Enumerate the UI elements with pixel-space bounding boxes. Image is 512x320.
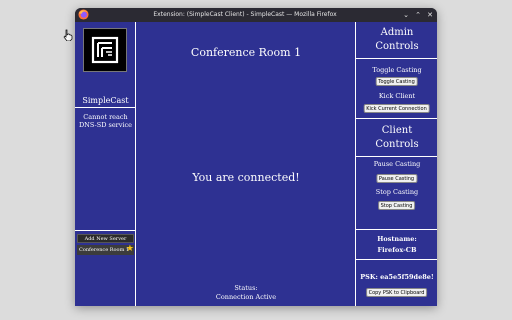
divider bbox=[356, 156, 437, 157]
pause-casting-label: Pause Casting bbox=[373, 160, 421, 168]
hostname-label: Hostname: bbox=[377, 235, 417, 243]
minimize-button[interactable]: ⌄ bbox=[401, 10, 411, 20]
status-label: Status: bbox=[234, 284, 258, 292]
stop-casting-label: Stop Casting bbox=[375, 188, 419, 196]
simplecast-app: SimpleCast Cannot reach DNS-SD service A… bbox=[75, 22, 437, 306]
divider bbox=[75, 107, 136, 108]
server-list: Add New Server Conference Room 1 ★ bbox=[77, 234, 135, 255]
maximize-button[interactable]: ⌃ bbox=[413, 10, 423, 20]
kick-client-label: Kick Client bbox=[378, 92, 416, 100]
copy-psk-button[interactable]: Copy PSK to Clipboard bbox=[365, 288, 428, 297]
psk-label: PSK: ea5e5f59de8e! bbox=[360, 273, 434, 281]
pause-casting-button[interactable]: Pause Casting bbox=[375, 174, 418, 183]
stop-casting-button[interactable]: Stop Casting bbox=[377, 201, 416, 210]
hostname-value: Firefox-CB bbox=[377, 246, 417, 254]
divider bbox=[356, 229, 437, 230]
server-item[interactable]: Conference Room 1 ★ bbox=[77, 244, 134, 255]
client-heading: Client Controls bbox=[375, 125, 419, 150]
firefox-icon bbox=[78, 9, 89, 20]
toggle-casting-label: Toggle Casting bbox=[372, 66, 422, 74]
discovery-status: Cannot reach DNS-SD service bbox=[78, 113, 133, 129]
close-button[interactable]: ✕ bbox=[425, 10, 435, 20]
divider bbox=[356, 118, 437, 119]
window-title: Extension: (SimpleCast Client) - SimpleC… bbox=[153, 11, 337, 18]
right-sidebar: Admin Controls Toggle Casting Toggle Cas… bbox=[355, 22, 437, 306]
connection-message: You are connected! bbox=[192, 171, 300, 184]
star-icon[interactable]: ★ bbox=[126, 244, 134, 255]
simplecast-logo-icon bbox=[83, 28, 127, 72]
divider bbox=[356, 259, 437, 260]
add-server-button[interactable]: Add New Server bbox=[77, 234, 134, 243]
app-name: SimpleCast bbox=[82, 96, 129, 105]
kick-connection-button[interactable]: Kick Current Connection bbox=[363, 104, 430, 113]
admin-heading: Admin Controls bbox=[375, 27, 419, 52]
divider bbox=[75, 230, 136, 231]
connection-status: Status: Connection Active bbox=[137, 284, 355, 302]
window-titlebar[interactable]: Extension: (SimpleCast Client) - SimpleC… bbox=[75, 8, 437, 22]
server-label: Conference Room 1 bbox=[79, 247, 130, 253]
status-value: Connection Active bbox=[215, 293, 277, 301]
toggle-casting-button[interactable]: Toggle Casting bbox=[375, 77, 418, 86]
room-title: Conference Room 1 bbox=[190, 46, 302, 59]
browser-window: Extension: (SimpleCast Client) - SimpleC… bbox=[75, 8, 437, 306]
left-sidebar: SimpleCast Cannot reach DNS-SD service A… bbox=[75, 22, 136, 306]
divider bbox=[356, 58, 437, 59]
hand-cursor-icon bbox=[63, 29, 73, 41]
